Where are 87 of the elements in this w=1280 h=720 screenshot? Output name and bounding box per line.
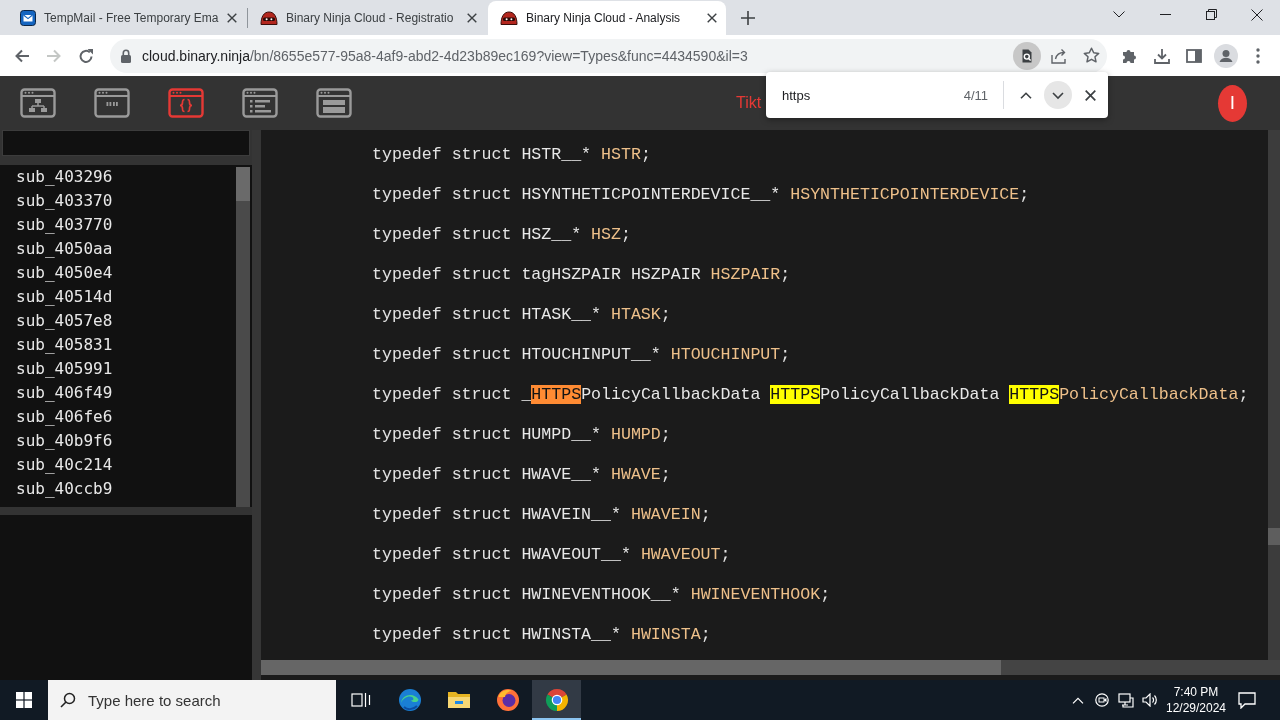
star-icon[interactable] bbox=[1082, 47, 1100, 64]
clock-time[interactable]: 7:40 PM bbox=[1173, 684, 1219, 700]
envelope-icon bbox=[20, 10, 36, 26]
minimize-icon[interactable] bbox=[1159, 14, 1171, 15]
function-item[interactable]: sub_406fe6 bbox=[16, 405, 236, 429]
search-input[interactable]: Type here to search bbox=[88, 691, 336, 709]
ninja-hood-icon bbox=[500, 11, 518, 25]
code-line: typedef struct HWAVE__* HWAVE; bbox=[372, 464, 672, 486]
swirl-logo-icon bbox=[397, 688, 422, 712]
function-item[interactable]: sub_40514d bbox=[16, 285, 236, 309]
share-icon[interactable] bbox=[1050, 47, 1068, 64]
window-quotes-icon[interactable] bbox=[94, 88, 130, 118]
speaker-icon[interactable] bbox=[1141, 693, 1159, 707]
function-item[interactable]: sub_4050aa bbox=[16, 237, 236, 261]
function-item[interactable]: sub_405991 bbox=[16, 357, 236, 381]
scrollbar-thumb[interactable] bbox=[261, 660, 1001, 675]
page-title: Tikt bbox=[736, 94, 762, 112]
search-field[interactable]: Type here to search bbox=[48, 680, 336, 720]
scrollbar[interactable] bbox=[236, 167, 250, 507]
monitor-icon[interactable] bbox=[1118, 692, 1134, 708]
profile-icon[interactable] bbox=[1214, 43, 1238, 68]
close-icon[interactable] bbox=[707, 13, 717, 23]
scrollbar[interactable] bbox=[1268, 130, 1280, 660]
scrollbar-thumb[interactable] bbox=[236, 167, 250, 201]
menu-icon[interactable] bbox=[1256, 47, 1260, 64]
code-line: typedef struct tagHSZPAIR HSZPAIR HSZPAIR; bbox=[372, 264, 792, 286]
side-panel-icon[interactable] bbox=[1186, 48, 1202, 63]
ninja-hood-icon bbox=[260, 11, 278, 25]
back-icon[interactable] bbox=[14, 47, 30, 64]
windows-logo-icon[interactable] bbox=[16, 692, 32, 708]
function-item[interactable]: sub_4057e8 bbox=[16, 309, 236, 333]
camera-icon[interactable] bbox=[1094, 692, 1110, 708]
function-item[interactable]: sub_403370 bbox=[16, 189, 236, 213]
taskbar-app[interactable] bbox=[532, 680, 581, 720]
function-item[interactable]: sub_403296 bbox=[16, 165, 236, 189]
scrollbar-thumb[interactable] bbox=[1268, 528, 1280, 545]
puzzle-icon[interactable] bbox=[1122, 47, 1138, 64]
close-icon[interactable] bbox=[227, 13, 237, 23]
match-count: 4/11 bbox=[963, 87, 988, 103]
search-icon bbox=[60, 692, 76, 708]
code-line: typedef struct HSZ__* HSZ; bbox=[372, 224, 632, 246]
code-line: typedef struct HWINSTA__* HWINSTA; bbox=[372, 624, 712, 646]
function-item[interactable]: sub_40c214 bbox=[16, 453, 236, 477]
ring-logo-icon bbox=[495, 688, 520, 712]
address-bar[interactable]: cloud.binary.ninja/bn/8655e577-95a8-4af9-abd2-4d23b89ec169?view=Types&func=4434590&il=3 bbox=[110, 38, 1107, 73]
clock-date[interactable]: 12/29/2024 bbox=[1165, 700, 1227, 716]
notification-icon[interactable] bbox=[1238, 691, 1256, 709]
code-line: typedef struct HTASK__* HTASK; bbox=[372, 304, 672, 326]
function-item[interactable]: sub_40ccb9 bbox=[16, 477, 236, 501]
lock-icon[interactable] bbox=[120, 48, 132, 63]
reload-icon[interactable] bbox=[78, 47, 94, 64]
code-line: typedef struct HTOUCHINPUT__* HTOUCHINPUT; bbox=[372, 344, 792, 366]
restore-icon[interactable] bbox=[1205, 9, 1217, 20]
filter-field[interactable] bbox=[2, 130, 250, 156]
code-line: typedef struct HWINEVENTHOOK__* HWINEVENTHOOK; bbox=[372, 584, 832, 606]
function-item[interactable]: sub_405831 bbox=[16, 333, 236, 357]
function-item[interactable]: sub_406f49 bbox=[16, 381, 236, 405]
browser-tab[interactable]: Binary Ninja Cloud - Analysis bbox=[488, 1, 726, 35]
chevron-down-icon[interactable] bbox=[1113, 11, 1125, 18]
code-line: typedef struct HWAVEOUT__* HWAVEOUT; bbox=[372, 544, 732, 566]
code-line: typedef struct HUMPD__* HUMPD; bbox=[372, 424, 672, 446]
window-hierarchy-icon[interactable] bbox=[20, 88, 56, 118]
function-item[interactable]: sub_403770 bbox=[16, 213, 236, 237]
function-item[interactable]: sub_4050e4 bbox=[16, 261, 236, 285]
close-icon[interactable] bbox=[467, 13, 477, 23]
folder-icon bbox=[446, 690, 471, 710]
scrollbar[interactable] bbox=[261, 660, 1280, 675]
function-item[interactable]: sub_40b9f6 bbox=[16, 429, 236, 453]
find-in-page-icon[interactable] bbox=[1013, 41, 1041, 70]
task-view-icon bbox=[350, 692, 371, 708]
code-line: typedef struct HSYNTHETICPOINTERDEVICE__* HSYNTHETICPOINTERDEVICE; bbox=[372, 184, 1031, 206]
segmented-circle-icon bbox=[544, 688, 569, 712]
chevron-up-icon[interactable] bbox=[1020, 91, 1032, 99]
plus-icon[interactable] bbox=[741, 11, 755, 25]
window-braces-icon[interactable] bbox=[168, 88, 204, 118]
window-list-icon[interactable] bbox=[242, 88, 278, 118]
code-line: typedef struct _HTTPSPolicyCallbackData HTTPSPolicyCallbackData HTTPSPolicyCallbackData; bbox=[372, 384, 1250, 406]
download-icon[interactable] bbox=[1154, 47, 1170, 64]
window-blocks-icon[interactable] bbox=[316, 88, 352, 118]
browser-tab[interactable]: Binary Ninja Cloud - Registratio bbox=[248, 1, 486, 35]
close-icon[interactable] bbox=[1084, 89, 1096, 101]
find-field[interactable]: https bbox=[782, 87, 964, 103]
code-line: typedef struct HWAVEIN__* HWAVEIN; bbox=[372, 504, 712, 526]
close-icon[interactable] bbox=[1251, 8, 1263, 21]
code-line: typedef struct HSTR__* HSTR; bbox=[372, 144, 652, 166]
browser-tab[interactable]: TempMail - Free Temporary Ema bbox=[8, 1, 246, 35]
account-avatar[interactable]: I bbox=[1218, 84, 1247, 122]
